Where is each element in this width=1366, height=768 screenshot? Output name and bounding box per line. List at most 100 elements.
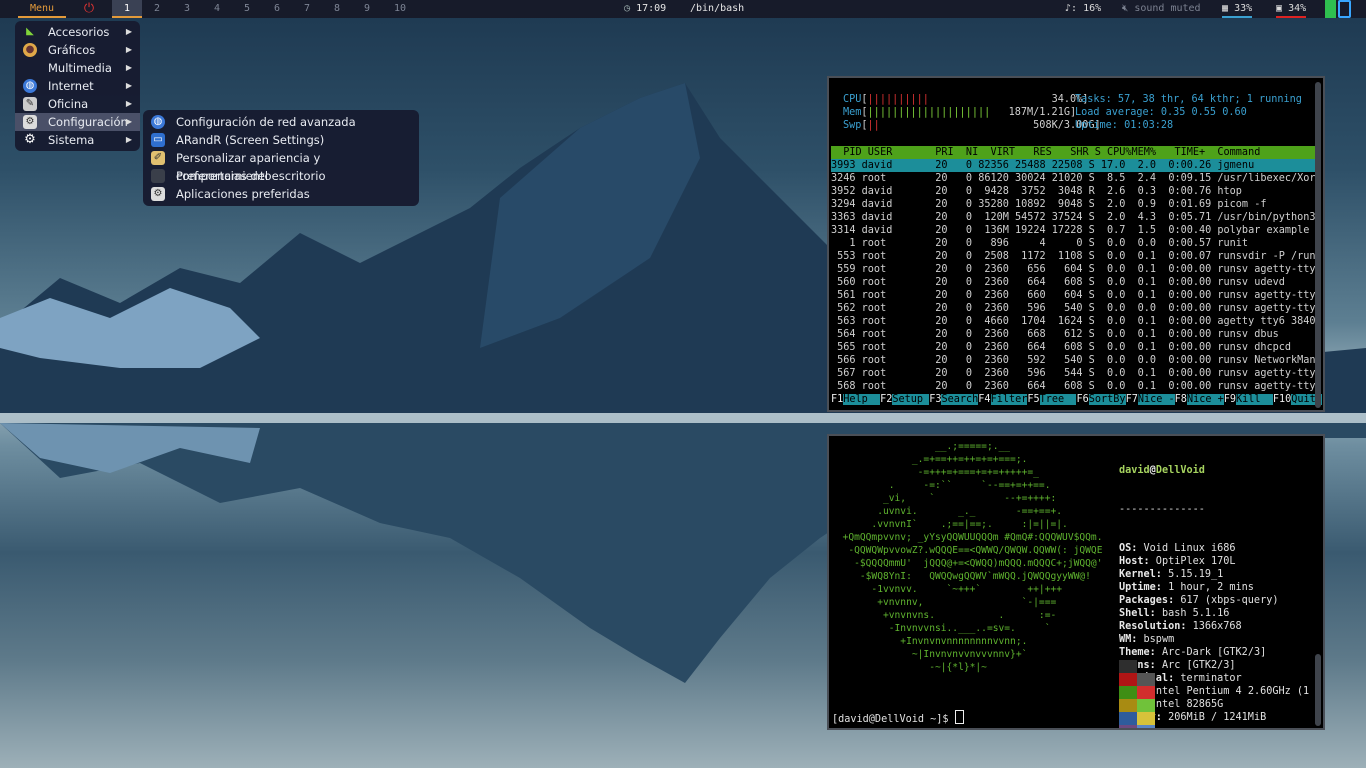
info-key: OS:: [1119, 543, 1138, 554]
clock-time: 17:09: [636, 3, 667, 14]
process-row[interactable]: 559 root 20 0 2360 656 604 S 0.0 0.1 0:0…: [831, 263, 1315, 276]
menu-item-label: Accesorios: [48, 25, 110, 39]
menu-item-internet[interactable]: ◍ Internet ▶: [15, 77, 140, 95]
process-table-header[interactable]: PID USER PRI NI VIRT RES SHR S CPU%MEM% …: [831, 146, 1315, 159]
workspace-10[interactable]: 10: [385, 0, 415, 18]
logo-line: -$WQ8YnI: QWQQwgQQWV`mWQQ.jQWQQgyyWW@!: [831, 571, 1091, 582]
logo-line: -1vvnvv. `~+++` ++|+++: [831, 584, 1063, 595]
power-icon[interactable]: ⏻: [80, 0, 98, 18]
process-row[interactable]: 568 root 20 0 2360 664 608 S 0.0 0.1 0:0…: [831, 380, 1315, 393]
function-key: F8: [1174, 394, 1187, 405]
desktop-icon: [151, 169, 165, 183]
info-key: Kernel:: [1119, 569, 1162, 580]
workspace-8[interactable]: 8: [322, 0, 352, 18]
workspace-3[interactable]: 3: [172, 0, 202, 18]
neofetch-terminal[interactable]: __.;=====;.__ _.=+==++=++=+=+===;. -=+++…: [827, 434, 1325, 730]
submenu-item-label: Aplicaciones preferidas: [176, 187, 310, 201]
process-row[interactable]: 3314 david 20 0 136M 19224 17228 S 0.7 1…: [831, 224, 1315, 237]
volume-indicator[interactable]: ♪: 16%: [1065, 0, 1101, 18]
logo-line: _vi, ` --+=++++:: [831, 493, 1057, 504]
tasks-summary: Tasks: 57, 38 thr, 64 kthr; 1 running: [1075, 94, 1302, 105]
window-title: /bin/bash: [690, 3, 745, 14]
process-row[interactable]: 563 root 20 0 4660 1704 1624 S 0.0 0.1 0…: [831, 315, 1315, 328]
function-key-action[interactable]: Kill: [1236, 394, 1273, 405]
memory-indicator: ▦ 33%: [1222, 0, 1253, 18]
menu-item-sistema[interactable]: ⚙ Sistema ▶: [15, 131, 140, 149]
info-key: Shell:: [1119, 608, 1156, 619]
process-row[interactable]: 560 root 20 0 2360 664 608 S 0.0 0.1 0:0…: [831, 276, 1315, 289]
workspace-2[interactable]: 2: [142, 0, 172, 18]
function-key-action[interactable]: Search: [941, 394, 979, 405]
submenu-arrow-icon: ▶: [125, 117, 132, 126]
menu-item-multimedia[interactable]: Multimedia ▶: [15, 59, 140, 77]
function-key-action[interactable]: Nice -: [1137, 394, 1175, 405]
function-key-action[interactable]: Filter: [990, 394, 1028, 405]
workspace-4[interactable]: 4: [202, 0, 232, 18]
process-row[interactable]: 566 root 20 0 2360 592 540 S 0.0 0.0 0:0…: [831, 354, 1315, 367]
process-row[interactable]: 1 root 20 0 896 4 0 S 0.0 0.0 0:00.57 ru…: [831, 237, 1315, 250]
htop-terminal[interactable]: CPU[|||||||||| 34.0%] Mem[||||||||||||||…: [827, 76, 1325, 412]
clock[interactable]: ◷ 17:09: [624, 0, 666, 18]
tray-network-icon[interactable]: [1338, 0, 1351, 18]
submenu-item-network[interactable]: ◍ Configuración de red avanzada: [143, 113, 419, 131]
sound-status[interactable]: 🔇︎ sound muted: [1122, 0, 1201, 18]
process-row[interactable]: 553 root 20 0 2508 1172 1108 S 0.0 0.1 0…: [831, 250, 1315, 263]
swp-meter-label: Swp: [843, 120, 862, 131]
process-row[interactable]: 3363 david 20 0 120M 54572 37524 S 2.0 4…: [831, 211, 1316, 224]
submenu-arrow-icon: ▶: [125, 45, 132, 54]
function-key-action[interactable]: Tree: [1039, 394, 1077, 405]
process-row[interactable]: 562 root 20 0 2360 596 540 S 0.0 0.0 0:0…: [831, 302, 1315, 315]
workspace-9[interactable]: 9: [352, 0, 382, 18]
info-row: Packages: 617 (xbps-query): [1119, 594, 1309, 607]
submenu-item-desktop[interactable]: Preferencias del escritorio: [143, 167, 419, 185]
menu-item-oficina[interactable]: ✎ Oficina ▶: [15, 95, 140, 113]
info-row: Uptime: 1 hour, 2 mins: [1119, 581, 1309, 594]
workspace-5[interactable]: 5: [232, 0, 262, 18]
function-key-action[interactable]: Nice +: [1186, 394, 1224, 405]
palette-swatch: [1119, 699, 1137, 712]
submenu-item-preferred-apps[interactable]: ⚙ Aplicaciones preferidas: [143, 185, 419, 203]
menu-item-label: Configuración: [48, 115, 128, 129]
logo-line: +Invnvnvnnnnnnnnvvnn;.: [831, 636, 1028, 647]
menu-button[interactable]: Menu: [18, 0, 66, 18]
submenu-item-appearance[interactable]: ✐ Personalizar apariencia y comportamient…: [143, 149, 419, 183]
cpu-meter-label: CPU: [843, 94, 862, 105]
process-row[interactable]: 3246 root 20 0 86120 30024 21020 S 8.5 2…: [831, 172, 1316, 185]
palette-swatch: [1119, 660, 1137, 673]
process-row[interactable]: 3952 david 20 0 9428 3752 3048 R 2.6 0.3…: [831, 185, 1315, 198]
info-value: terminator: [1174, 673, 1242, 684]
username: david: [1119, 465, 1150, 476]
palette-swatch: [1137, 699, 1155, 712]
submenu-arrow-icon: ▶: [125, 81, 132, 90]
mem-meter: Mem[|||||||||||||||||||| 187M/1.21G]: [843, 107, 1077, 118]
scrollbar[interactable]: [1315, 82, 1321, 408]
menu-item-configuracion[interactable]: ⚙ Configuración ▶: [15, 113, 140, 131]
workspace-6[interactable]: 6: [262, 0, 292, 18]
function-key-action[interactable]: Setup: [892, 394, 930, 405]
function-key-bar: F1Help F2Setup F3SearchF4FilterF5Tree F6…: [831, 393, 1322, 406]
info-value: 1366x768: [1186, 621, 1242, 632]
menu-item-label: Gráficos: [48, 43, 96, 57]
process-row[interactable]: 3993 david 20 0 82356 25488 22508 S 17.0…: [831, 159, 1315, 172]
submenu-arrow-icon: ▶: [125, 99, 132, 108]
settings-submenu: ◍ Configuración de red avanzada ▭ ARandR (…: [143, 110, 419, 206]
workspace-7[interactable]: 7: [292, 0, 322, 18]
process-row[interactable]: 564 root 20 0 2360 668 612 S 0.0 0.1 0:0…: [831, 328, 1315, 341]
menu-item-accesorios[interactable]: ◣ Accesorios ▶: [15, 23, 140, 41]
process-row[interactable]: 3294 david 20 0 35280 10892 9048 S 2.0 0…: [831, 198, 1315, 211]
process-row[interactable]: 567 root 20 0 2360 596 544 S 0.0 0.1 0:0…: [831, 367, 1315, 380]
function-key-action[interactable]: SortBy: [1088, 394, 1126, 405]
logo-line: -QQWQWpvvowZ?.wQQQE==<QWWQ/QWQW.QQWW(: j…: [831, 545, 1103, 556]
function-key-action[interactable]: Help: [843, 394, 881, 405]
shell-prompt[interactable]: [david@DellVoid ~]$: [832, 710, 964, 726]
scrollbar[interactable]: [1315, 654, 1321, 726]
tray-app-icon[interactable]: [1325, 0, 1336, 18]
submenu-item-arandr[interactable]: ▭ ARandR (Screen Settings): [143, 131, 419, 149]
submenu-arrow-icon: ▶: [125, 63, 132, 72]
process-row[interactable]: 561 root 20 0 2360 660 604 S 0.0 0.1 0:0…: [831, 289, 1315, 302]
cpu-meter-bars: ||||||||||: [867, 94, 929, 105]
workspace-1[interactable]: 1: [112, 0, 142, 18]
process-row[interactable]: 565 root 20 0 2360 664 608 S 0.0 0.1 0:0…: [831, 341, 1315, 354]
menu-item-graficos[interactable]: ● Gráficos ▶: [15, 41, 140, 59]
submenu-item-label: Configuración de red avanzada: [176, 115, 356, 129]
